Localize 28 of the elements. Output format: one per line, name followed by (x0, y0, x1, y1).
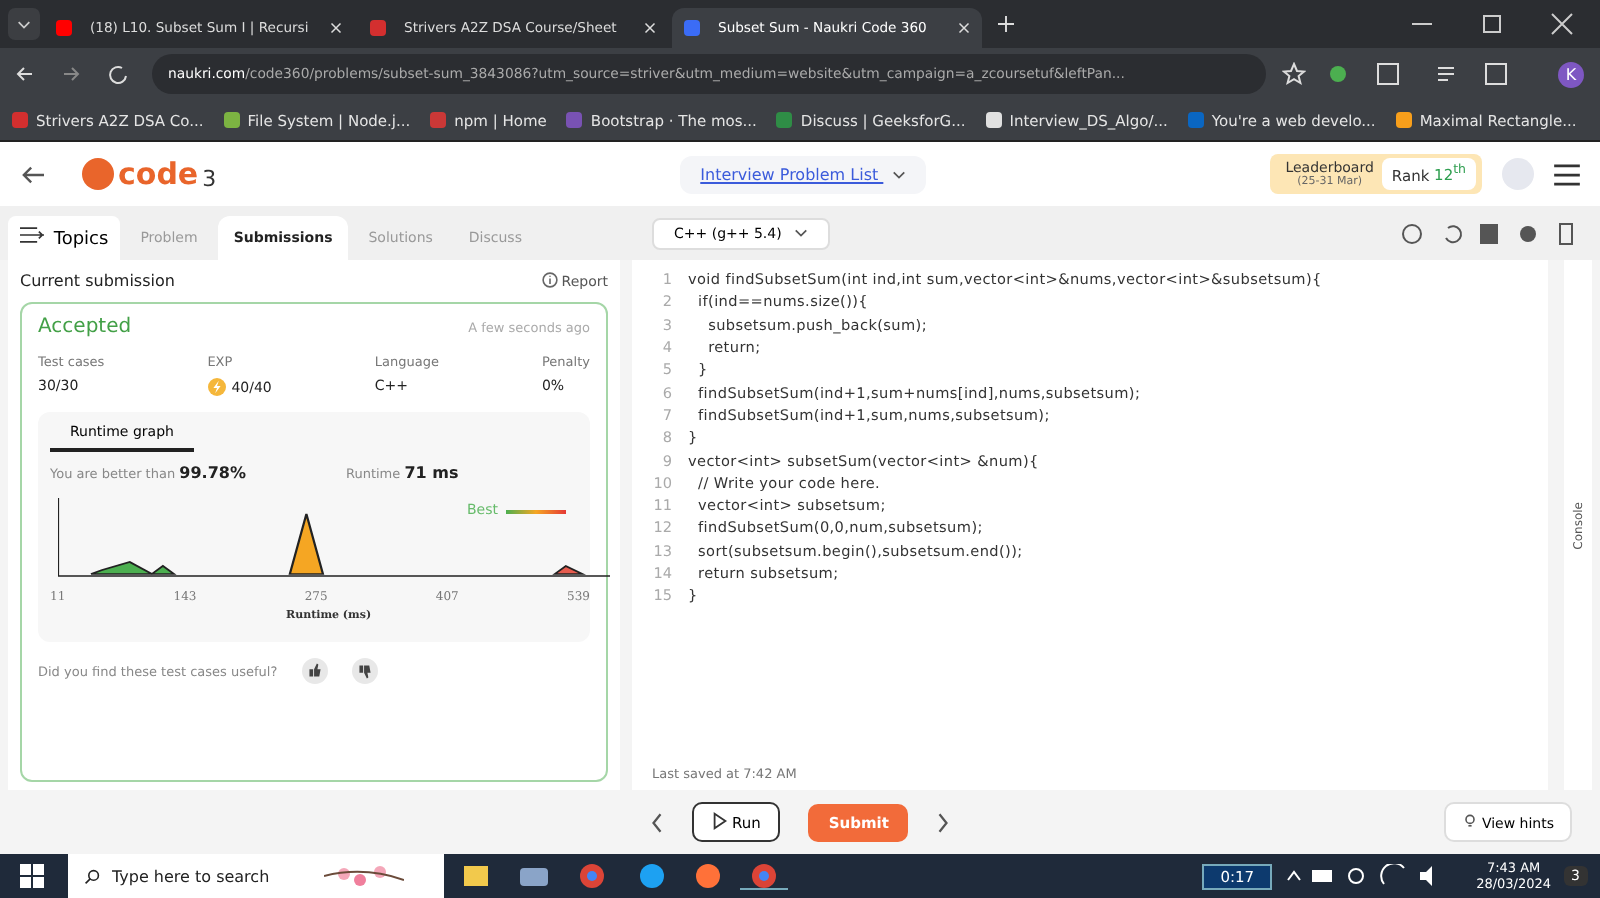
play-icon (711, 812, 728, 830)
topics-button[interactable]: Topics (8, 216, 121, 260)
close-icon[interactable] (330, 22, 342, 34)
thumbs-down-icon[interactable] (351, 658, 378, 684)
taskbar-search-field[interactable]: Type here to search (68, 854, 444, 898)
tab-search-icon[interactable] (8, 8, 40, 40)
problem-list-dropdown[interactable]: Interview Problem List (680, 155, 926, 193)
close-icon[interactable] (958, 22, 970, 34)
next-icon[interactable] (936, 811, 951, 833)
section-title: Current submission (20, 272, 175, 290)
menu-icon[interactable] (1554, 163, 1581, 185)
back-arrow-icon[interactable] (20, 163, 46, 185)
windows-start-icon[interactable] (20, 864, 44, 888)
caret-icon (794, 227, 809, 237)
status-text: Accepted (38, 316, 132, 338)
caret-icon (891, 169, 906, 179)
search-icon[interactable] (84, 867, 100, 885)
lightbulb-icon (1461, 812, 1478, 830)
star-icon[interactable] (1282, 62, 1306, 86)
topics-icon (20, 226, 44, 244)
logo[interactable]: code 3 (82, 156, 217, 192)
thumbs-up-icon[interactable] (301, 658, 328, 684)
new-tab-icon[interactable] (998, 16, 1014, 32)
info-icon (541, 272, 558, 288)
previous-icon[interactable] (649, 811, 664, 833)
close-icon[interactable] (644, 22, 656, 34)
profile-avatar[interactable]: K (1558, 61, 1584, 87)
bolt-icon (207, 378, 226, 396)
